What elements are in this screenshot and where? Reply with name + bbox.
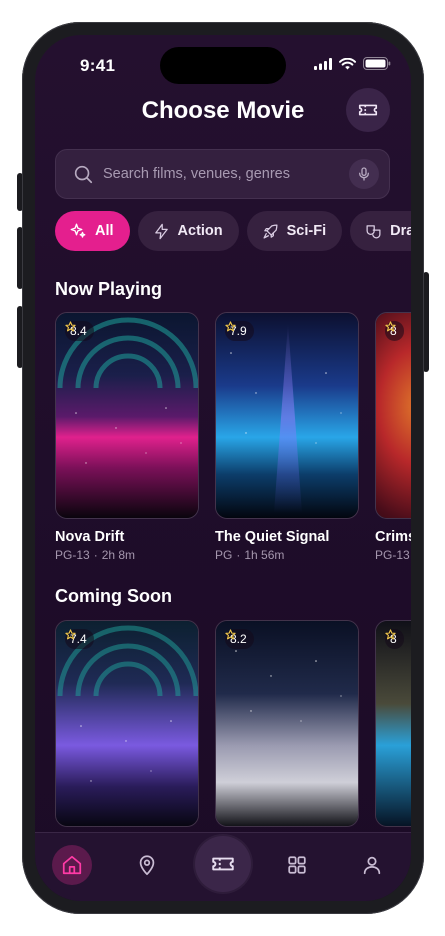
ticket-icon [358, 104, 378, 116]
movie-title: The Quiet Signal [215, 529, 330, 545]
search-input[interactable]: Search films, venues, genres [103, 166, 349, 182]
nav-browse[interactable] [277, 845, 317, 885]
chip-label: All [95, 223, 114, 239]
movie-card[interactable]: 8.2 [215, 620, 359, 827]
microphone-icon [359, 167, 369, 181]
bottom-nav [35, 832, 411, 901]
location-pin-icon [139, 855, 155, 876]
movie-duration: 1h 56m [244, 548, 285, 562]
chip-drama[interactable]: Dram [350, 211, 411, 251]
movie-poster: 8 [375, 312, 411, 519]
search-icon [74, 165, 93, 184]
movie-poster: 7.4 [55, 620, 199, 827]
movie-card[interactable]: 7.9 The Quiet Signal PG · 1h 56m [215, 312, 359, 562]
poster-art [376, 313, 411, 518]
movie-title: Nova Drift [55, 529, 125, 545]
star-icon [65, 629, 76, 640]
star-icon [385, 629, 396, 640]
status-time: 9:41 [80, 56, 116, 75]
tickets-button[interactable] [346, 88, 390, 132]
dynamic-island [160, 47, 286, 84]
star-icon [385, 321, 396, 332]
movie-poster: 8.4 [55, 312, 199, 519]
movie-poster: 8 [375, 620, 411, 827]
movie-meta: PG-13 [375, 548, 411, 562]
rating-badge: 8 [385, 321, 404, 341]
nav-tickets[interactable] [195, 836, 251, 892]
movie-meta: PG-13 · 2h 8m [55, 548, 136, 562]
movie-meta: PG · 1h 56m [215, 548, 285, 562]
movie-certificate: PG-13 [375, 548, 410, 562]
home-icon [62, 855, 82, 875]
chip-all[interactable]: All [55, 211, 130, 251]
coming-soon-row: 7.4 8.2 8 [55, 620, 411, 827]
signal-icon [314, 57, 332, 70]
search-bar[interactable]: Search films, venues, genres [55, 149, 390, 199]
user-icon [363, 856, 381, 875]
rating-badge: 7.4 [65, 629, 94, 649]
lightning-icon [154, 223, 168, 239]
movie-card[interactable]: 8.4 Nova Drift PG-13 · 2h 8m [55, 312, 199, 562]
chip-sci-fi[interactable]: Sci-Fi [246, 211, 343, 251]
nav-profile[interactable] [352, 845, 392, 885]
movie-duration: 2h 8m [101, 548, 136, 562]
poster-art [216, 621, 358, 826]
movie-certificate: PG [215, 548, 233, 562]
chip-label: Action [177, 223, 223, 239]
wifi-icon [339, 57, 356, 69]
section-title-now-playing: Now Playing [55, 279, 163, 299]
movie-poster: 8.2 [215, 620, 359, 827]
star-icon [65, 321, 76, 332]
chip-label: Dram [390, 223, 411, 239]
battery-icon [363, 57, 391, 70]
sparkles-icon [70, 223, 86, 238]
section-title-coming-soon: Coming Soon [55, 586, 172, 606]
app-screen: 9:41 Choose Movie Search films, venues, … [35, 35, 411, 901]
movie-card[interactable]: 8 [375, 620, 411, 827]
status-icons [314, 57, 391, 70]
rating-badge: 8.2 [225, 629, 254, 649]
grid-icon [288, 856, 306, 874]
chip-action[interactable]: Action [137, 211, 239, 251]
rating-badge: 8.4 [65, 321, 94, 341]
poster-art [216, 313, 358, 518]
movie-card[interactable]: 7.4 [55, 620, 199, 827]
star-icon [225, 629, 236, 640]
now-playing-row: 8.4 Nova Drift PG-13 · 2h 8m 7.9 The Qui… [55, 312, 411, 562]
poster-art [56, 621, 198, 826]
drama-masks-icon [366, 224, 381, 239]
movie-card[interactable]: 8 Crims PG-13 [375, 312, 411, 562]
nav-venues[interactable] [127, 845, 167, 885]
movie-title: Crims [375, 529, 411, 545]
nav-home[interactable] [52, 845, 92, 885]
chip-label: Sci-Fi [286, 223, 327, 239]
voice-search-button[interactable] [349, 159, 379, 189]
rating-badge: 8 [385, 629, 404, 649]
rating-badge: 7.9 [225, 321, 254, 341]
rocket-icon [263, 223, 278, 239]
ticket-icon [212, 857, 234, 871]
movie-certificate: PG-13 [55, 548, 90, 562]
movie-poster: 7.9 [215, 312, 359, 519]
star-icon [225, 321, 236, 332]
genre-filter-chips: All Action Sci-Fi Dram [55, 211, 411, 251]
poster-art [376, 621, 411, 826]
poster-art [56, 313, 198, 518]
